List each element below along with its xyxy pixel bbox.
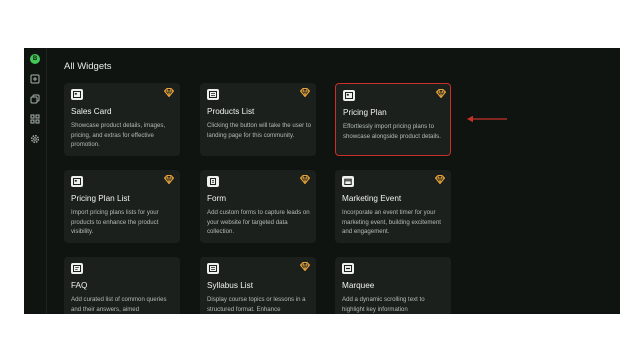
widget-title: Syllabus List [207, 281, 253, 290]
premium-diamond-icon [164, 88, 174, 97]
widgets-grid-icon[interactable] [30, 114, 40, 124]
premium-diamond-icon [164, 175, 174, 184]
widget-card-pricing-plan[interactable]: Pricing Plan Effortlessly import pricing … [335, 83, 451, 156]
card-icon [71, 89, 83, 100]
widget-title: Marquee [342, 281, 375, 290]
sidebar: B [24, 48, 47, 314]
widget-description: Incorporate an event timer for your mark… [342, 209, 441, 236]
widget-card-faq[interactable]: FAQ Add curated list of common queries an… [64, 257, 180, 314]
marquee-icon [342, 263, 354, 274]
widget-title: Pricing Plan [343, 108, 387, 117]
card-icon [343, 90, 355, 101]
form-icon [207, 176, 219, 187]
new-page-icon[interactable] [30, 74, 40, 84]
page-title: All Widgets [64, 61, 112, 72]
widget-card-form[interactable]: Form Add custom forms to capture leads on… [200, 170, 316, 243]
widget-description: Import pricing plans lists for your prod… [71, 209, 159, 236]
widget-description: Showcase product details, images, pricin… [71, 122, 166, 149]
faq-icon [71, 263, 83, 274]
widget-description: Effortlessly import pricing plans to sho… [343, 123, 441, 140]
widget-card-syllabus-list[interactable]: Syllabus List Display course topics or le… [200, 257, 316, 314]
list-icon [207, 89, 219, 100]
app-logo[interactable]: B [30, 54, 40, 64]
widget-title: Sales Card [71, 107, 112, 116]
widget-title: Marketing Event [342, 194, 402, 203]
widget-description: Add a dynamic scrolling text to highligh… [342, 296, 425, 313]
widget-description: Display course topics or lessons in a st… [207, 296, 306, 313]
app-window: B All Widgets Sales Card Showcase product… [24, 48, 620, 314]
widget-card-marquee[interactable]: Marquee Add a dynamic scrolling text to h… [335, 257, 451, 314]
widget-title: Form [207, 194, 227, 203]
settings-gear-icon[interactable] [30, 134, 40, 144]
card-icon [71, 176, 83, 187]
premium-diamond-icon [436, 89, 446, 98]
list-icon [207, 263, 219, 274]
widget-description: Clicking the button will take the user t… [207, 122, 311, 139]
widget-card-sales-card[interactable]: Sales Card Showcase product details, imag… [64, 83, 180, 156]
widget-title: Pricing Plan List [71, 194, 130, 203]
widget-description: Add curated list of common queries and t… [71, 296, 167, 313]
premium-diamond-icon [300, 262, 310, 271]
widget-title: Products List [207, 107, 255, 116]
copy-icon[interactable] [30, 94, 40, 104]
widget-title: FAQ [71, 281, 88, 290]
widget-card-products-list[interactable]: Products List Clicking the button will ta… [200, 83, 316, 156]
widget-description: Add custom forms to capture leads on you… [207, 209, 310, 236]
red-arrow-annotation [467, 115, 507, 123]
premium-diamond-icon [300, 88, 310, 97]
calendar-icon [342, 176, 354, 187]
widget-card-pricing-plan-list[interactable]: Pricing Plan List Import pricing plans li… [64, 170, 180, 243]
widget-card-marketing-event[interactable]: Marketing Event Incorporate an event time… [335, 170, 451, 243]
premium-diamond-icon [435, 175, 445, 184]
premium-diamond-icon [300, 175, 310, 184]
